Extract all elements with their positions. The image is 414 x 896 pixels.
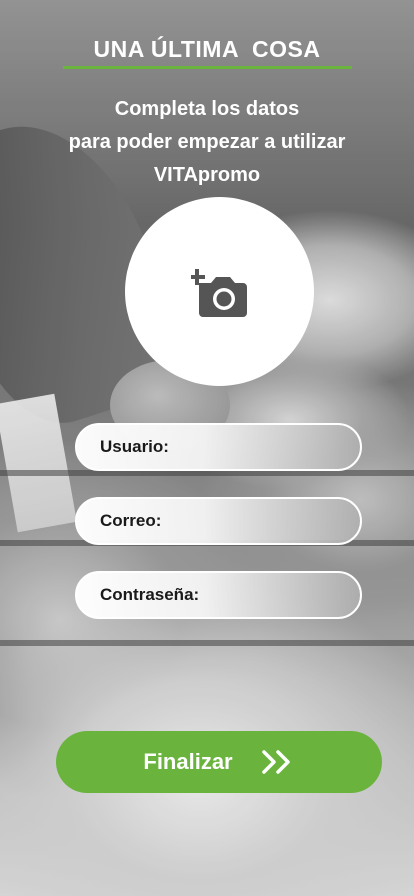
finish-button[interactable]: Finalizar: [56, 731, 382, 793]
subtitle-line: VITApromo: [153, 164, 261, 186]
subtitle-line: Completa los datos: [114, 98, 300, 120]
password-label: Contraseña:: [100, 585, 200, 604]
signup-screen: UNA ÚLTIMA COSA Completa los datos para …: [0, 0, 414, 896]
double-chevron-right-icon: [261, 750, 290, 774]
title-underline: [63, 66, 352, 69]
subtitle-line: para poder empezar a utilizar: [68, 131, 346, 153]
password-field[interactable]: Contraseña:: [75, 571, 362, 619]
page-title: UNA ÚLTIMA COSA: [93, 36, 321, 62]
finish-button-label: Finalizar: [143, 749, 233, 774]
add-photo-icon: [190, 268, 247, 317]
add-photo-button[interactable]: [125, 197, 314, 386]
email-label: Correo:: [100, 511, 162, 530]
email-field[interactable]: Correo:: [75, 497, 362, 545]
page-subtitle: Completa los datos para poder empezar a …: [10, 93, 404, 192]
username-field[interactable]: Usuario:: [75, 423, 362, 471]
username-label: Usuario:: [100, 437, 169, 456]
